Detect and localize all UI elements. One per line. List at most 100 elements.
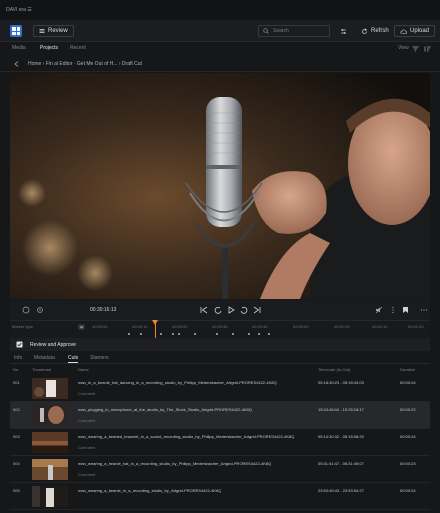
row-duration: 00:00:24 [400, 434, 416, 439]
timeline-marker[interactable] [160, 333, 162, 335]
row-thumbnail [32, 378, 68, 399]
timeline-ruler[interactable]: Marker type 10:00:00 00:00:10 00:00:20 0… [10, 320, 430, 339]
row-number: 004 [13, 461, 20, 466]
filter-icon[interactable] [412, 46, 419, 52]
ruler-tick: 10:00:00 [92, 324, 108, 329]
row-timecode: 05:14:30:32 - 05:15:08:20 [318, 434, 364, 439]
sort-icon[interactable] [424, 46, 431, 52]
refresh-label: Refrsh [371, 28, 389, 34]
cloud-upload-icon [400, 29, 407, 34]
table-row[interactable]: 002 man_plugging_in_microphone_at_the_st… [10, 402, 430, 429]
review-label: Review [48, 28, 68, 34]
row-timecode: 23:53:49:43 - 23:53:54:27 [318, 488, 364, 493]
row-duration: 00:00:24 [400, 380, 416, 385]
upload-button[interactable]: Upload [394, 25, 436, 37]
nav-tab-projects[interactable]: Projects [40, 45, 58, 51]
row-thumbnail [32, 405, 68, 426]
timeline-marker[interactable] [232, 333, 234, 335]
breadcrumb: Home › Fin al Editor · Get Me Out of H..… [0, 56, 440, 72]
tab-cuts[interactable]: Cuts [68, 355, 79, 363]
timeline-marker[interactable] [140, 333, 142, 335]
ruler-tick: 00:01:10 [372, 324, 388, 329]
play-icon[interactable] [227, 306, 235, 314]
playhead[interactable] [152, 320, 158, 339]
menu-icon [39, 29, 45, 33]
ruler-tick: 00:00:10 [132, 324, 148, 329]
timeline-marker[interactable] [178, 333, 180, 335]
col-duration[interactable]: Duration [400, 367, 415, 372]
forward-icon[interactable] [240, 306, 248, 314]
review-button[interactable]: Review [33, 25, 74, 37]
video-frame-image [10, 73, 430, 299]
back-chevron-icon[interactable] [14, 61, 19, 67]
row-comment[interactable]: Comment [78, 445, 95, 450]
row-duration: 00:00:23 [400, 461, 416, 466]
table-row[interactable]: 005 man_wearing_a_beanie_in_a_recording_… [10, 483, 430, 510]
more-vertical-icon[interactable] [390, 306, 396, 314]
rewind-icon[interactable] [214, 306, 222, 314]
row-name: man_wearing_a_beanie_hat_in_a_recording_… [78, 461, 272, 466]
tab-info[interactable]: Info [14, 355, 22, 361]
row-thumbnail [32, 459, 68, 480]
tab-stamers[interactable]: Stamers [90, 355, 109, 361]
refresh-button[interactable]: Refrsh [361, 25, 389, 37]
nav-tab-recent[interactable]: Recent [70, 45, 86, 51]
col-timecode[interactable]: Timecode (In-Out) [318, 367, 350, 372]
mute-icon[interactable] [375, 306, 383, 314]
skip-forward-icon[interactable] [253, 306, 261, 314]
review-section-header: Review and Approve [10, 338, 430, 351]
refresh-icon [362, 28, 368, 34]
settings-icon[interactable] [36, 306, 44, 314]
bookmark-icon[interactable] [402, 306, 409, 314]
table-row[interactable]: 003 man_wearing_a_beaded_bracelet_in_a_s… [10, 429, 430, 456]
table-row[interactable]: 004 man_wearing_a_beanie_hat_in_a_record… [10, 456, 430, 483]
timeline-marker[interactable] [172, 333, 174, 335]
table-row[interactable]: 001 man_in_a_beanie_hat_dancing_in_a_rec… [10, 375, 430, 402]
timeline-marker[interactable] [194, 333, 196, 335]
row-name: man_wearing_a_beaded_bracelet_in_a_sound… [78, 434, 295, 439]
breadcrumb-path[interactable]: Home › Fin al Editor · Get Me Out of H..… [28, 61, 142, 67]
ruler-tick: 00:00:40 [252, 324, 268, 329]
loop-icon[interactable] [22, 306, 30, 314]
timeline-marker[interactable] [216, 333, 218, 335]
search-icon [263, 28, 269, 34]
nav-tab-media[interactable]: Media [12, 45, 26, 51]
row-comment[interactable]: Comment [78, 391, 95, 396]
ruler-tick: 00:00:20 [172, 324, 188, 329]
more-horizontal-icon[interactable] [420, 306, 428, 314]
row-name: man_in_a_beanie_hat_dancing_in_a_recordi… [78, 380, 277, 385]
row-comment[interactable]: Comment [78, 472, 95, 477]
row-number: 005 [13, 488, 20, 493]
view-label[interactable]: View [398, 45, 409, 51]
row-timecode: 05:18:30:23 - 05:18:43:03 [318, 380, 364, 385]
ruler-tick: 00:00:30 [212, 324, 228, 329]
detail-tabs: Info Metadata Cuts Stamers [10, 351, 430, 364]
timeline-marker[interactable] [128, 333, 130, 335]
video-viewer[interactable] [10, 73, 430, 299]
row-comment[interactable]: Comment [78, 418, 95, 423]
col-no[interactable]: No. [13, 367, 19, 372]
current-timecode: 00:30:16:13 [90, 307, 117, 313]
sliders-icon [341, 28, 346, 34]
row-duration: 00:00:24 [400, 488, 416, 493]
skip-back-icon[interactable] [200, 306, 208, 314]
tab-metadata[interactable]: Metadata [34, 355, 55, 361]
search-input[interactable]: Search [258, 25, 330, 37]
row-timecode: 05:31:41:47 - 05:31:45:07 [318, 461, 364, 466]
timeline-marker[interactable] [248, 333, 250, 335]
tune-button[interactable] [340, 25, 347, 37]
app-header: Review Search Refrsh Upload [0, 20, 440, 42]
apps-grid-icon[interactable] [10, 25, 22, 37]
section-title: Review and Approve [30, 342, 76, 348]
col-name[interactable]: Name [78, 367, 89, 372]
row-duration: 00:00:22 [400, 407, 416, 412]
timeline-marker[interactable] [268, 333, 270, 335]
marker-dropdown-icon[interactable] [78, 324, 85, 330]
main-nav: Media Projects Recent View [0, 42, 440, 56]
upload-label: Upload [410, 28, 430, 34]
checkbox-icon[interactable] [16, 341, 23, 348]
col-thumbnail[interactable]: Thumbnail [32, 367, 51, 372]
row-thumbnail [32, 486, 68, 507]
timeline-marker[interactable] [258, 333, 260, 335]
row-name: man_wearing_a_beanie_in_a_recording_stud… [78, 488, 222, 493]
